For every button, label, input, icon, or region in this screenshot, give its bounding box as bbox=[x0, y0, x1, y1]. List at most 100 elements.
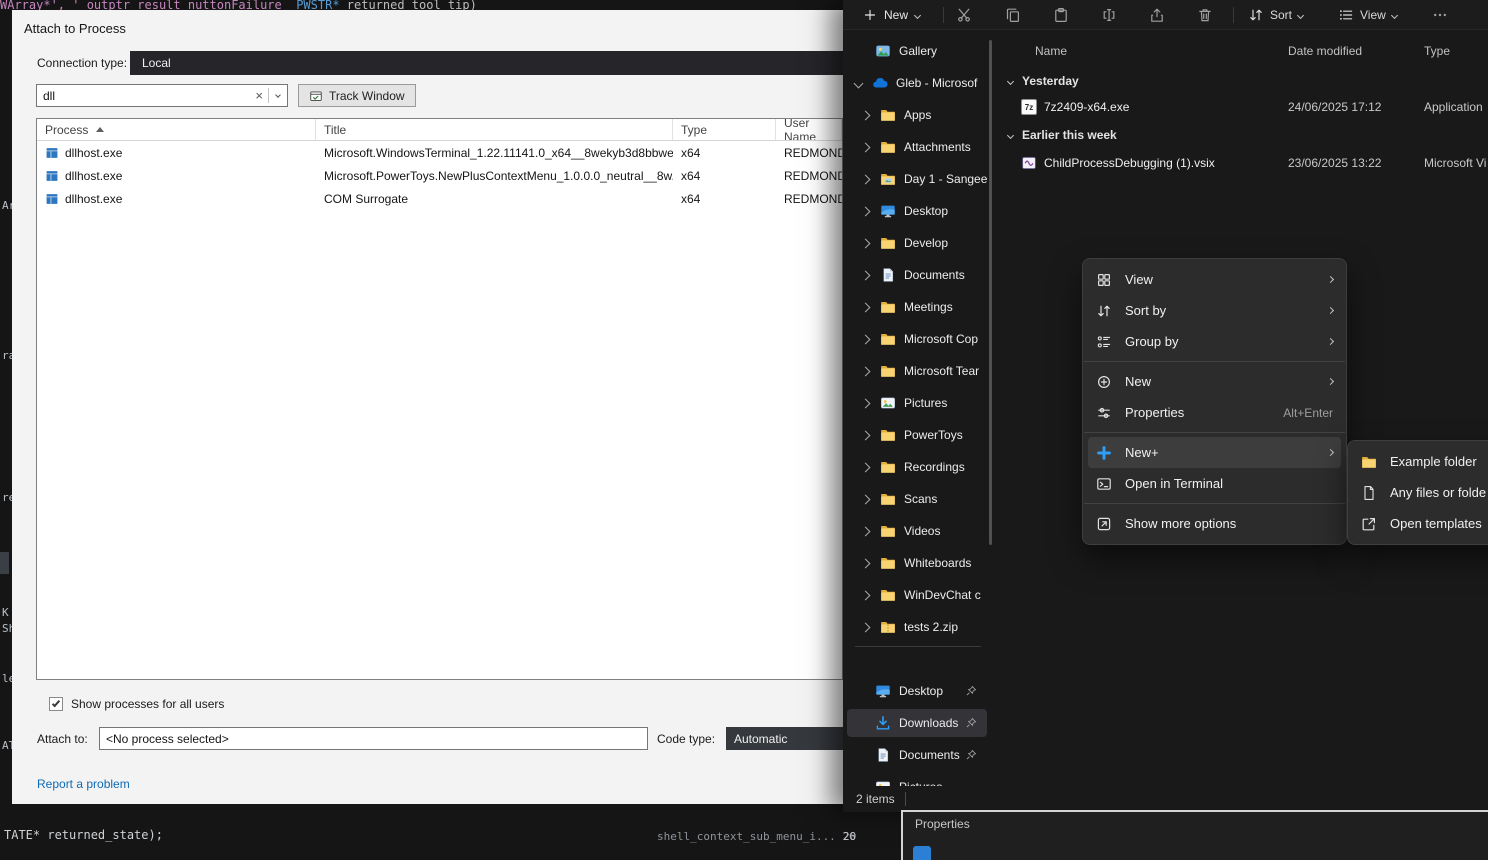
column-header-title[interactable]: Title bbox=[316, 119, 673, 140]
context-menu: View Sort by Group by New Properties Alt… bbox=[1082, 258, 1347, 545]
submenu-item-example-folder[interactable]: Example folder bbox=[1353, 446, 1488, 477]
sidebar-item-microsoft-teams[interactable]: Microsoft Tear bbox=[847, 357, 987, 385]
process-row[interactable]: dllhost.exe Microsoft.WindowsTerminal_1.… bbox=[37, 141, 842, 164]
process-row[interactable]: dllhost.exe COM Surrogate x64 REDMOND bbox=[37, 187, 842, 210]
sidebar-item-documents-onedrive[interactable]: Documents bbox=[847, 261, 987, 289]
sidebar-item-gallery[interactable]: Gallery bbox=[847, 37, 987, 65]
sort-ascending-icon bbox=[96, 127, 104, 132]
sidebar-item-microsoft-copilot[interactable]: Microsoft Cop bbox=[847, 325, 987, 353]
terminal-icon bbox=[1096, 476, 1112, 492]
file-name: ChildProcessDebugging (1).vsix bbox=[1044, 156, 1282, 170]
chevron-down-icon bbox=[854, 78, 864, 88]
column-header-user[interactable]: User Name bbox=[776, 119, 842, 140]
menu-item-new[interactable]: New bbox=[1088, 366, 1341, 397]
chevron-right-icon bbox=[861, 238, 871, 248]
column-label: Process bbox=[45, 123, 88, 137]
process-filter-input[interactable]: dll × bbox=[36, 84, 288, 107]
new-button[interactable]: New bbox=[853, 3, 930, 27]
folder-icon bbox=[880, 299, 896, 315]
menu-item-view[interactable]: View bbox=[1088, 264, 1341, 295]
sidebar-item-desktop-pinned[interactable]: Desktop bbox=[847, 677, 987, 705]
process-row[interactable]: dllhost.exe Microsoft.PowerToys.NewPlusC… bbox=[37, 164, 842, 187]
group-header-earlier-this-week[interactable]: Earlier this week bbox=[1008, 124, 1117, 146]
sidebar-item-videos[interactable]: Videos bbox=[847, 517, 987, 545]
file-row[interactable]: 7z 7z2409-x64.exe 24/06/2025 17:12 Appli… bbox=[843, 95, 1488, 119]
sidebar-item-pictures-onedrive[interactable]: Pictures bbox=[847, 389, 987, 417]
sidebar-item-whiteboards[interactable]: Whiteboards bbox=[847, 549, 987, 577]
submenu-item-open-templates[interactable]: Open templates bbox=[1353, 508, 1488, 539]
delete-button[interactable] bbox=[1188, 3, 1222, 27]
chevron-right-icon bbox=[861, 558, 871, 568]
column-header-name[interactable]: Name bbox=[1035, 44, 1067, 58]
paste-button[interactable] bbox=[1044, 3, 1078, 27]
submenu-chevron-icon bbox=[1327, 276, 1334, 283]
report-problem-link[interactable]: Report a problem bbox=[37, 777, 130, 791]
filter-dropdown-icon[interactable] bbox=[275, 92, 281, 98]
sidebar-item-develop[interactable]: Develop bbox=[847, 229, 987, 257]
sidebar-item-downloads-pinned[interactable]: Downloads bbox=[847, 709, 987, 737]
rename-button[interactable] bbox=[1092, 3, 1126, 27]
new-plus-circle-icon bbox=[1096, 374, 1112, 390]
sort-button[interactable]: Sort bbox=[1240, 3, 1311, 27]
properties-panel: Properties bbox=[901, 810, 1488, 860]
menu-item-open-in-terminal[interactable]: Open in Terminal bbox=[1088, 468, 1341, 499]
process-name: dllhost.exe bbox=[65, 169, 122, 183]
pictures-icon bbox=[880, 395, 896, 411]
properties-item-icon bbox=[913, 846, 931, 860]
exe-file-icon: 7z bbox=[1021, 99, 1037, 115]
chevron-right-icon bbox=[861, 590, 871, 600]
sidebar-item-scans[interactable]: Scans bbox=[847, 485, 987, 513]
track-window-label: Track Window bbox=[329, 89, 405, 103]
chevron-right-icon bbox=[861, 398, 871, 408]
group-header-yesterday[interactable]: Yesterday bbox=[1008, 70, 1079, 92]
chevron-right-icon bbox=[861, 302, 871, 312]
file-row[interactable]: ChildProcessDebugging (1).vsix 23/06/202… bbox=[843, 151, 1488, 175]
menu-item-properties[interactable]: Properties Alt+Enter bbox=[1088, 397, 1341, 428]
folder-icon bbox=[880, 491, 896, 507]
toolbar-divider bbox=[1233, 7, 1234, 23]
editor-scroll-fragment bbox=[0, 552, 9, 574]
track-window-button[interactable]: Track Window bbox=[298, 84, 416, 107]
column-header-date-modified[interactable]: Date modified bbox=[1288, 44, 1362, 58]
file-type: Application bbox=[1424, 100, 1488, 114]
sidebar-item-recordings[interactable]: Recordings bbox=[847, 453, 987, 481]
menu-item-group-by[interactable]: Group by bbox=[1088, 326, 1341, 357]
column-label: Type bbox=[681, 123, 707, 137]
menu-item-show-more-options[interactable]: Show more options bbox=[1088, 508, 1341, 539]
connection-type-combobox[interactable]: Local bbox=[130, 51, 843, 75]
process-window-icon bbox=[45, 169, 59, 183]
copy-button[interactable] bbox=[996, 3, 1030, 27]
sidebar-item-meetings[interactable]: Meetings bbox=[847, 293, 987, 321]
chevron-right-icon bbox=[861, 174, 871, 184]
code-type-combobox[interactable]: Automatic bbox=[726, 727, 843, 750]
menu-item-sort-by[interactable]: Sort by bbox=[1088, 295, 1341, 326]
attach-to-process-dialog: Attach to Process Connection type: Local… bbox=[12, 10, 843, 804]
checkbox-checked-icon bbox=[49, 697, 63, 711]
chevron-right-icon bbox=[861, 430, 871, 440]
show-all-users-checkbox[interactable]: Show processes for all users bbox=[49, 697, 224, 711]
attach-to-value: <No process selected> bbox=[106, 732, 229, 746]
more-options-button[interactable] bbox=[1423, 3, 1457, 27]
submenu-item-any-files[interactable]: Any files or folde bbox=[1353, 477, 1488, 508]
sidebar-item-tests-zip[interactable]: tests 2.zip bbox=[847, 613, 987, 641]
chevron-right-icon bbox=[861, 494, 871, 504]
column-header-type[interactable]: Type bbox=[673, 119, 776, 140]
cut-button[interactable] bbox=[947, 3, 981, 27]
column-header-process[interactable]: Process bbox=[37, 119, 316, 140]
menu-item-new-plus[interactable]: New+ bbox=[1088, 437, 1341, 468]
column-label: Title bbox=[324, 123, 346, 137]
view-button[interactable]: View bbox=[1330, 3, 1405, 27]
group-by-icon bbox=[1096, 334, 1112, 350]
sidebar-item-onedrive[interactable]: Gleb - Microsof bbox=[847, 69, 987, 97]
clear-filter-icon[interactable]: × bbox=[250, 88, 268, 103]
sidebar-item-windevchat[interactable]: WinDevChat c bbox=[847, 581, 987, 609]
folder-icon bbox=[880, 331, 896, 347]
share-button[interactable] bbox=[1140, 3, 1174, 27]
process-type: x64 bbox=[681, 169, 700, 183]
sidebar-item-documents-pinned[interactable]: Documents bbox=[847, 741, 987, 769]
column-header-type[interactable]: Type bbox=[1424, 44, 1450, 58]
attach-to-input[interactable]: <No process selected> bbox=[99, 727, 648, 750]
sidebar-item-desktop-onedrive[interactable]: Desktop bbox=[847, 197, 987, 225]
pin-icon bbox=[965, 749, 977, 761]
sidebar-item-powertoys[interactable]: PowerToys bbox=[847, 421, 987, 449]
